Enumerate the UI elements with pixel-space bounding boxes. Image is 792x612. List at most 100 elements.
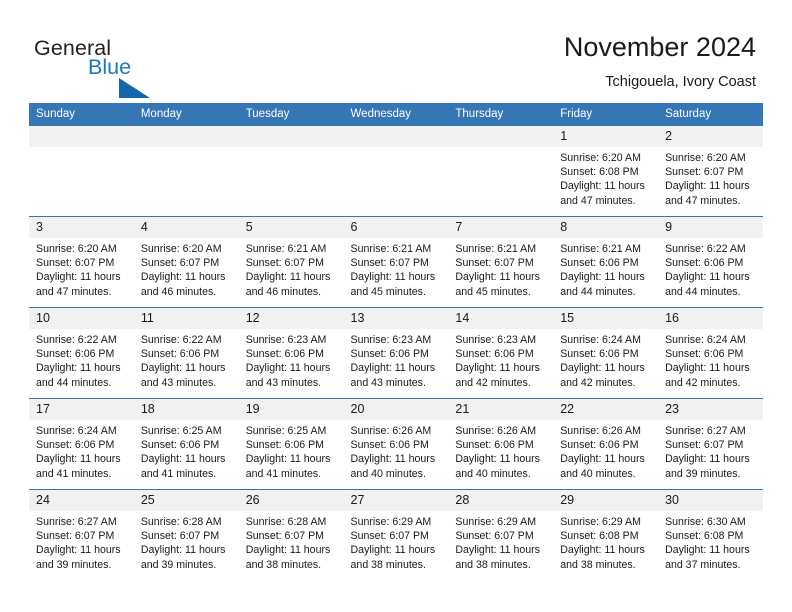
calendar-day-cell[interactable]: 26 Sunrise: 6:28 AM Sunset: 6:07 PM Dayligh… [238, 489, 344, 580]
calendar-day-cell[interactable]: 11 Sunrise: 6:22 AM Sunset: 6:06 PM Dayligh… [133, 307, 239, 399]
calendar-day-cell[interactable]: 1 Sunrise: 6:20 AM Sunset: 6:08 PM Daylight… [553, 126, 659, 217]
daylight-text: Daylight: 11 hours and 42 minutes. [560, 362, 645, 389]
page-title: November 2024 [563, 32, 756, 62]
calendar-day-cell[interactable]: 14 Sunrise: 6:23 AM Sunset: 6:06 PM Dayligh… [448, 307, 554, 399]
sunrise-text: Sunrise: 6:21 AM [350, 243, 432, 255]
weekday-header-tuesday: Tuesday [238, 103, 344, 126]
brand-logo[interactable]: General Blue [34, 36, 264, 98]
calendar-day-cell[interactable]: 13 Sunrise: 6:23 AM Sunset: 6:06 PM Dayligh… [343, 307, 449, 399]
calendar-day-cell[interactable]: 23 Sunrise: 6:27 AM Sunset: 6:07 PM Dayligh… [658, 398, 763, 490]
day-number [343, 126, 449, 147]
sunrise-text: Sunrise: 6:28 AM [140, 516, 222, 528]
day-details: Sunrise: 6:27 AM Sunset: 6:07 PM Daylight:… [658, 420, 763, 481]
sunset-text: Sunset: 6:07 PM [140, 530, 220, 543]
calendar-day-cell[interactable]: 25 Sunrise: 6:28 AM Sunset: 6:07 PM Dayligh… [133, 489, 239, 580]
weekday-header-wednesday: Wednesday [343, 103, 449, 126]
sunset-text: Sunset: 6:07 PM [665, 166, 744, 179]
daylight-text: Daylight: 11 hours and 40 minutes. [455, 453, 540, 480]
sunrise-text: Sunrise: 6:27 AM [36, 516, 117, 528]
day-number: 30 [658, 490, 763, 511]
daylight-text: Daylight: 11 hours and 44 minutes. [665, 271, 750, 298]
day-details: Sunrise: 6:22 AM Sunset: 6:06 PM Daylight:… [658, 238, 763, 299]
day-number: 22 [553, 399, 659, 420]
calendar-day-cell[interactable]: 7 Sunrise: 6:21 AM Sunset: 6:07 PM Daylight… [448, 216, 554, 308]
sunset-text: Sunset: 6:06 PM [560, 439, 639, 452]
calendar-day-cell[interactable]: 22 Sunrise: 6:26 AM Sunset: 6:06 PM Dayligh… [553, 398, 659, 490]
day-details: Sunrise: 6:22 AM Sunset: 6:06 PM Daylight:… [134, 329, 239, 390]
day-number [29, 126, 134, 147]
calendar-day-cell[interactable]: 17 Sunrise: 6:24 AM Sunset: 6:06 PM Dayligh… [29, 398, 134, 490]
daylight-text: Daylight: 11 hours and 37 minutes. [665, 544, 750, 571]
sunrise-text: Sunrise: 6:29 AM [455, 516, 537, 528]
calendar-day-cell[interactable]: 19 Sunrise: 6:25 AM Sunset: 6:06 PM Dayligh… [238, 398, 344, 490]
sunrise-text: Sunrise: 6:22 AM [140, 334, 222, 346]
day-details: Sunrise: 6:20 AM Sunset: 6:08 PM Daylight:… [553, 147, 658, 208]
calendar-day-cell[interactable]: 12 Sunrise: 6:23 AM Sunset: 6:06 PM Dayligh… [238, 307, 344, 399]
day-details: Sunrise: 6:21 AM Sunset: 6:07 PM Daylight:… [344, 238, 449, 299]
sunrise-text: Sunrise: 6:21 AM [455, 243, 537, 255]
day-number: 13 [343, 308, 449, 329]
sunrise-text: Sunrise: 6:26 AM [455, 425, 537, 437]
day-number: 1 [553, 126, 659, 147]
day-details: Sunrise: 6:29 AM Sunset: 6:07 PM Daylight:… [448, 511, 553, 572]
calendar-day-cell[interactable]: 16 Sunrise: 6:24 AM Sunset: 6:06 PM Dayligh… [658, 307, 763, 399]
calendar-day-cell[interactable]: 2 Sunrise: 6:20 AM Sunset: 6:07 PM Daylight… [658, 126, 763, 217]
day-details: Sunrise: 6:22 AM Sunset: 6:06 PM Daylight:… [29, 329, 134, 390]
sunrise-text: Sunrise: 6:22 AM [665, 243, 746, 255]
day-number: 10 [29, 308, 134, 329]
calendar-day-cell[interactable]: 20 Sunrise: 6:26 AM Sunset: 6:06 PM Dayligh… [343, 398, 449, 490]
sunset-text: Sunset: 6:07 PM [350, 257, 429, 270]
sunset-text: Sunset: 6:06 PM [455, 348, 534, 361]
sunset-text: Sunset: 6:08 PM [665, 530, 744, 543]
day-details: Sunrise: 6:25 AM Sunset: 6:06 PM Daylight:… [239, 420, 344, 481]
sunrise-text: Sunrise: 6:23 AM [245, 334, 327, 346]
calendar-day-cell[interactable]: 27 Sunrise: 6:29 AM Sunset: 6:07 PM Dayligh… [343, 489, 449, 580]
day-number: 29 [553, 490, 659, 511]
calendar-day-cell[interactable]: 6 Sunrise: 6:21 AM Sunset: 6:07 PM Daylight… [343, 216, 449, 308]
day-details: Sunrise: 6:27 AM Sunset: 6:07 PM Daylight:… [29, 511, 134, 572]
sunrise-text: Sunrise: 6:26 AM [560, 425, 641, 437]
daylight-text: Daylight: 11 hours and 39 minutes. [140, 544, 226, 571]
sunset-text: Sunset: 6:06 PM [245, 439, 325, 452]
page-header: General Blue November 2024 Tchigouela, I… [0, 0, 792, 100]
calendar-day-cell[interactable]: 21 Sunrise: 6:26 AM Sunset: 6:06 PM Dayligh… [448, 398, 554, 490]
day-details: Sunrise: 6:20 AM Sunset: 6:07 PM Daylight:… [134, 238, 239, 299]
daylight-text: Daylight: 11 hours and 46 minutes. [140, 271, 226, 298]
daylight-text: Daylight: 11 hours and 47 minutes. [36, 271, 121, 298]
daylight-text: Daylight: 11 hours and 38 minutes. [350, 544, 436, 571]
calendar-body: 1 Sunrise: 6:20 AM Sunset: 6:08 PM Daylight… [29, 126, 763, 580]
day-details: Sunrise: 6:25 AM Sunset: 6:06 PM Daylight:… [134, 420, 239, 481]
calendar-day-cell[interactable]: 10 Sunrise: 6:22 AM Sunset: 6:06 PM Dayligh… [29, 307, 134, 399]
day-number: 5 [238, 217, 344, 238]
calendar-day-cell[interactable]: 18 Sunrise: 6:25 AM Sunset: 6:06 PM Dayligh… [133, 398, 239, 490]
day-details: Sunrise: 6:26 AM Sunset: 6:06 PM Daylight:… [448, 420, 553, 481]
day-number: 28 [448, 490, 554, 511]
calendar-day-cell[interactable]: 24 Sunrise: 6:27 AM Sunset: 6:07 PM Dayligh… [29, 489, 134, 580]
calendar-empty-cell [343, 126, 449, 217]
sunset-text: Sunset: 6:07 PM [245, 530, 325, 543]
day-number: 14 [448, 308, 554, 329]
calendar-week-row: 17 Sunrise: 6:24 AM Sunset: 6:06 PM Dayligh… [29, 398, 763, 490]
weekday-header-sunday: Sunday [29, 103, 134, 126]
calendar-day-cell[interactable]: 29 Sunrise: 6:29 AM Sunset: 6:08 PM Dayligh… [553, 489, 659, 580]
day-number: 6 [343, 217, 449, 238]
calendar-day-cell[interactable]: 15 Sunrise: 6:24 AM Sunset: 6:06 PM Dayligh… [553, 307, 659, 399]
day-number: 21 [448, 399, 554, 420]
calendar-day-cell[interactable]: 5 Sunrise: 6:21 AM Sunset: 6:07 PM Daylight… [238, 216, 344, 308]
calendar-day-cell[interactable]: 28 Sunrise: 6:29 AM Sunset: 6:07 PM Dayligh… [448, 489, 554, 580]
sunrise-text: Sunrise: 6:21 AM [245, 243, 327, 255]
calendar-day-cell[interactable]: 4 Sunrise: 6:20 AM Sunset: 6:07 PM Daylight… [133, 216, 239, 308]
day-number: 27 [343, 490, 449, 511]
daylight-text: Daylight: 11 hours and 41 minutes. [36, 453, 121, 480]
day-details: Sunrise: 6:24 AM Sunset: 6:06 PM Daylight:… [658, 329, 763, 390]
day-details: Sunrise: 6:23 AM Sunset: 6:06 PM Daylight:… [239, 329, 344, 390]
day-number: 11 [133, 308, 239, 329]
calendar-day-cell[interactable]: 3 Sunrise: 6:20 AM Sunset: 6:07 PM Daylight… [29, 216, 134, 308]
daylight-text: Daylight: 11 hours and 47 minutes. [665, 180, 750, 207]
day-details: Sunrise: 6:23 AM Sunset: 6:06 PM Daylight:… [344, 329, 449, 390]
daylight-text: Daylight: 11 hours and 40 minutes. [350, 453, 436, 480]
sunset-text: Sunset: 6:06 PM [560, 257, 639, 270]
calendar-day-cell[interactable]: 30 Sunrise: 6:30 AM Sunset: 6:08 PM Dayligh… [658, 489, 763, 580]
calendar-day-cell[interactable]: 8 Sunrise: 6:21 AM Sunset: 6:06 PM Daylight… [553, 216, 659, 308]
calendar-day-cell[interactable]: 9 Sunrise: 6:22 AM Sunset: 6:06 PM Daylight… [658, 216, 763, 308]
